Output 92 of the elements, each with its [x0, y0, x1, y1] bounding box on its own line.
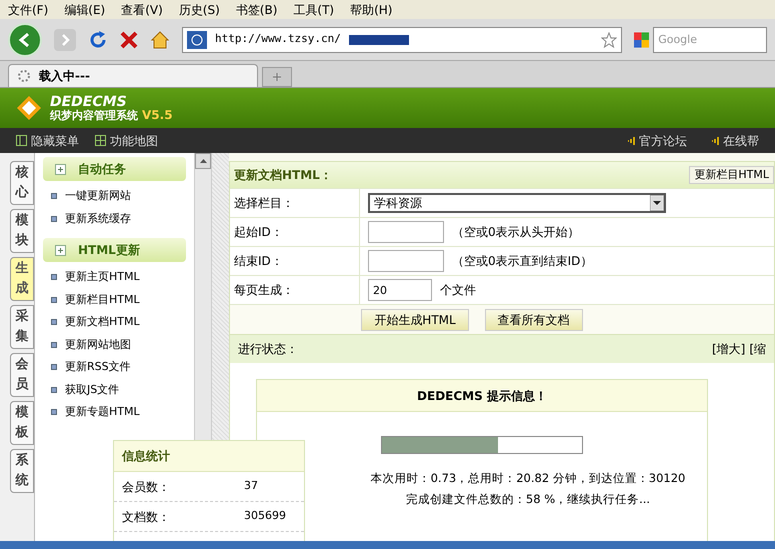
- bookmark-star-icon[interactable]: [601, 32, 617, 48]
- panel-icon: [16, 135, 27, 146]
- signal-icon: [711, 136, 719, 146]
- id-input[interactable]: 20: [368, 279, 432, 301]
- menu-link[interactable]: 更新文档HTML: [65, 314, 140, 330]
- message-text: 本次用时：0.73，总用时：20.82 分钟，到达位置：30120: [370, 470, 686, 487]
- redaction-bar: [348, 34, 409, 44]
- action-button[interactable]: 开始生成HTML: [361, 308, 469, 330]
- field-hint: （空或0表示从头开始）: [452, 224, 580, 241]
- plus-icon: [273, 73, 281, 81]
- bullet-icon: [51, 296, 57, 303]
- stats-value: 37: [244, 478, 258, 494]
- dropdown-icon: [650, 195, 664, 211]
- stop-icon[interactable]: [120, 30, 138, 48]
- home-icon[interactable]: [150, 30, 170, 50]
- side-tab[interactable]: 系统: [10, 449, 34, 493]
- menu-link[interactable]: 获取JS文件: [65, 382, 120, 398]
- stats-label: 文档数：: [122, 508, 171, 526]
- category-select[interactable]: 学科资源: [368, 193, 666, 213]
- menu-link[interactable]: 更新网站地图: [65, 336, 131, 353]
- field-hint: 个文件: [440, 282, 476, 299]
- update-column-button[interactable]: 更新栏目HTML: [689, 166, 774, 184]
- message-text: 完成创建文件总数的：58 %，继续执行任务...: [406, 491, 650, 508]
- nav-link[interactable]: 隐藏菜单: [31, 132, 79, 150]
- logo-icon: [16, 95, 42, 121]
- stats-label: 会员数：: [122, 478, 171, 496]
- bullet-icon: [51, 193, 57, 200]
- version-label: V5.5: [142, 109, 173, 121]
- tab-title: 载入中---: [39, 68, 90, 85]
- menu-link[interactable]: 更新专题HTML: [65, 404, 140, 420]
- bullet-icon: [51, 342, 57, 348]
- resize-link[interactable]: [缩: [749, 340, 766, 358]
- signal-icon: [627, 136, 635, 146]
- new-tab-button[interactable]: [262, 67, 292, 87]
- logo-subtitle: 织梦内容管理系统: [50, 110, 138, 121]
- address-bar[interactable]: http://www.tzsy.cn/: [182, 26, 622, 52]
- caret-up-icon: [200, 159, 206, 163]
- message-title: DEDECMS 提示信息！: [417, 388, 547, 404]
- form-title: 更新文档HTML：: [234, 167, 332, 184]
- bullet-icon: [51, 274, 57, 280]
- status-label: 进行状态：: [238, 341, 298, 358]
- field-label: 起始ID：: [230, 218, 360, 246]
- bullet-icon: [51, 409, 57, 416]
- side-tab[interactable]: 核心: [10, 161, 34, 205]
- search-field[interactable]: Google: [653, 26, 767, 52]
- nav-link[interactable]: 功能地图: [110, 132, 158, 150]
- resize-link[interactable]: [增大]: [712, 340, 746, 358]
- browser-tab[interactable]: 载入中---: [8, 64, 258, 87]
- menu-group-header[interactable]: HTML更新: [43, 238, 186, 262]
- menu-item[interactable]: 帮助(H): [350, 0, 392, 18]
- action-button[interactable]: 查看所有文档: [484, 308, 583, 330]
- expand-icon: [55, 244, 66, 256]
- side-tab[interactable]: 模板: [10, 401, 34, 445]
- menu-item[interactable]: 文件(F): [8, 0, 48, 18]
- bullet-icon: [51, 216, 57, 222]
- menu-item[interactable]: 编辑(E): [64, 0, 106, 18]
- id-input[interactable]: [368, 221, 444, 243]
- expand-icon: [55, 164, 66, 174]
- nav-link[interactable]: 在线帮: [723, 132, 759, 150]
- stats-title: 信息统计: [122, 448, 170, 465]
- site-icon: [187, 30, 207, 48]
- grid-icon: [95, 135, 106, 146]
- side-tab[interactable]: 会员: [10, 353, 34, 397]
- side-tab[interactable]: 模块: [10, 209, 34, 253]
- menu-item[interactable]: 历史(S): [178, 0, 220, 18]
- scroll-up-button[interactable]: [195, 153, 211, 169]
- logo-text: DEDECMS: [50, 95, 127, 109]
- field-label: 选择栏目：: [230, 189, 360, 217]
- side-tab[interactable]: 生成: [10, 257, 34, 301]
- stats-value: 305699: [244, 508, 286, 524]
- menu-item[interactable]: 书签(B): [236, 0, 278, 18]
- menu-link[interactable]: 更新主页HTML: [65, 269, 140, 286]
- menu-link[interactable]: 更新栏目HTML: [65, 292, 140, 308]
- bullet-icon: [51, 386, 57, 393]
- menu-item[interactable]: 查看(V): [121, 0, 163, 18]
- menu-item[interactable]: 工具(T): [293, 0, 334, 18]
- bullet-icon: [51, 364, 57, 370]
- back-button[interactable]: [8, 22, 42, 56]
- menu-link[interactable]: 一键更新网站: [65, 188, 131, 204]
- menu-link[interactable]: 更新系统缓存: [65, 210, 131, 227]
- reload-icon[interactable]: [88, 30, 108, 50]
- field-hint: （空或0表示直到结束ID）: [452, 253, 592, 270]
- nav-link[interactable]: 官方论坛: [639, 132, 687, 150]
- menu-group-header[interactable]: 自动任务: [43, 157, 186, 181]
- field-label: 结束ID：: [230, 247, 360, 275]
- side-tab[interactable]: 采集: [10, 305, 34, 349]
- menu-link[interactable]: 更新RSS文件: [65, 359, 131, 376]
- id-input[interactable]: [368, 250, 444, 272]
- search-engine-icon: [634, 30, 650, 48]
- bullet-icon: [51, 319, 57, 326]
- loading-icon: [17, 69, 31, 83]
- url-text: http://www.tzsy.cn/: [215, 31, 341, 48]
